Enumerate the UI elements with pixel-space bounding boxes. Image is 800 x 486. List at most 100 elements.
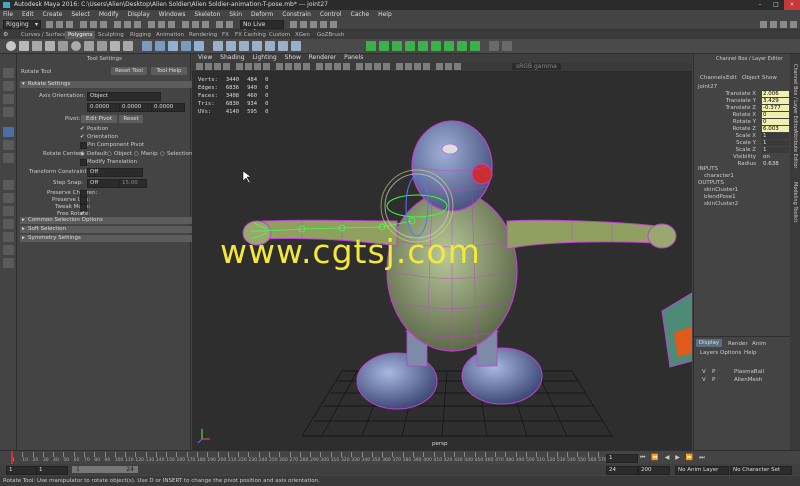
layer-visibility-toggle[interactable]: V — [702, 369, 706, 375]
extrude-icon[interactable] — [226, 41, 236, 51]
vp-menu-renderer[interactable]: Renderer — [309, 54, 336, 61]
outputs-header[interactable]: OUTPUTS — [698, 180, 724, 186]
last-tool-icon[interactable] — [3, 153, 14, 163]
minimize-icon[interactable]: – — [752, 0, 768, 10]
layer-menu-options[interactable]: Options — [720, 350, 741, 356]
channel-rotate-z-label[interactable]: Rotate Z — [732, 126, 756, 133]
cb-menu-object[interactable]: Object — [742, 75, 760, 81]
menuset-dropdown[interactable]: Rigging ▾ — [3, 20, 41, 29]
output-item[interactable]: skinCluster2 — [704, 201, 738, 207]
menu-windows[interactable]: Windows — [159, 11, 186, 18]
output-item[interactable]: skinCluster1 — [704, 187, 738, 193]
cone-icon[interactable] — [45, 41, 55, 51]
menu-deform[interactable]: Deform — [251, 11, 273, 18]
channel-radius-label[interactable]: Radius — [738, 161, 756, 168]
torus-icon[interactable] — [71, 41, 81, 51]
hypershade-pane-icon[interactable] — [3, 245, 14, 255]
channel-radius-value[interactable]: 0.638 — [762, 161, 789, 167]
render-icons[interactable] — [290, 20, 350, 29]
shelf-tab-sculpting[interactable]: Sculpting — [95, 31, 127, 39]
menu-skeleton[interactable]: Skeleton — [194, 11, 220, 18]
shelf-tab-custom[interactable]: Custom — [266, 31, 293, 39]
uv-editor-icon[interactable] — [366, 41, 376, 51]
layer-menu-help[interactable]: Help — [744, 350, 757, 356]
layer-playback-toggle[interactable]: P — [712, 377, 715, 383]
channel-visibility-value[interactable]: on — [762, 154, 789, 160]
uv-spherical-icon[interactable] — [405, 41, 415, 51]
reset-pivot-button[interactable]: Reset — [119, 115, 143, 123]
uv-auto-icon[interactable] — [418, 41, 428, 51]
anim-layer-dropdown[interactable]: No Anim Layer — [675, 466, 729, 475]
uv-layout-icon[interactable] — [470, 41, 480, 51]
side-tab-attribute-editor[interactable]: Attribute Editor — [792, 130, 798, 168]
menu-file[interactable]: File — [3, 11, 13, 18]
channel-translate-x-label[interactable]: Translate X — [726, 91, 757, 98]
multi-cut-icon[interactable] — [278, 41, 288, 51]
menu-modify[interactable]: Modify — [99, 11, 119, 18]
rotate-tool-icon[interactable] — [3, 127, 14, 137]
channel-translate-y-value[interactable]: 3.429 — [762, 98, 789, 104]
layer-tab-render[interactable]: Render — [728, 341, 748, 347]
live-surface-field[interactable]: No Live Surface — [240, 20, 284, 36]
soft-selection-section[interactable]: Soft Selection — [20, 226, 196, 233]
layer-name[interactable]: PlasmaBall — [734, 369, 764, 375]
channel-scale-z-value[interactable]: 1 — [762, 147, 789, 153]
channel-rotate-y-value[interactable]: 0 — [762, 119, 789, 125]
vp-menu-show[interactable]: Show — [285, 54, 301, 61]
single-pane-icon[interactable] — [3, 180, 14, 190]
common-selection-section[interactable]: Common Selection Options — [20, 217, 196, 224]
radio-selection-icon[interactable]: ○ — [160, 151, 165, 157]
cylinder-icon[interactable] — [32, 41, 42, 51]
menu-display[interactable]: Display — [128, 11, 150, 18]
cp-icon[interactable] — [502, 41, 512, 51]
time-slider[interactable]: 1 10 20 30 40 50 60 70 80 90 100 110 120 130 140 150 160… — [0, 450, 800, 464]
maximize-icon[interactable]: □ — [768, 0, 784, 10]
mirror-icon[interactable] — [181, 41, 191, 51]
menu-edit[interactable]: Edit — [22, 11, 34, 18]
channel-scale-x-label[interactable]: Scale X — [736, 133, 756, 140]
cb-object-name[interactable]: joint27 — [698, 84, 717, 90]
current-frame-marker[interactable] — [11, 451, 13, 464]
graph-pane-icon[interactable] — [3, 232, 14, 242]
reset-tool-button[interactable]: Reset Tool — [111, 67, 147, 75]
merge-icon[interactable] — [291, 41, 301, 51]
combine-icon[interactable] — [142, 41, 152, 51]
start-time-field[interactable]: 1 — [6, 466, 38, 475]
uv-sew-icon[interactable] — [444, 41, 454, 51]
current-frame-field[interactable]: 1 — [606, 454, 638, 463]
inputs-header[interactable]: INPUTS — [698, 166, 718, 172]
shelf-settings-icon[interactable]: ⚙ — [3, 31, 8, 38]
tweak-mode-checkbox[interactable] — [80, 204, 87, 211]
channel-rotate-y-label[interactable]: Rotate Y — [733, 119, 756, 126]
cube-icon[interactable] — [19, 41, 29, 51]
channel-translate-z-value[interactable]: -0.377 — [762, 105, 789, 111]
shelf-tab-polygons[interactable]: Polygons — [65, 31, 96, 39]
vp-menu-shading[interactable]: Shading — [220, 54, 244, 61]
move-tool-icon[interactable] — [3, 107, 14, 117]
channel-scale-x-value[interactable]: 1 — [762, 133, 789, 139]
two-pane-icon[interactable] — [3, 206, 14, 216]
helix-icon[interactable] — [97, 41, 107, 51]
type-icon[interactable] — [123, 41, 133, 51]
rotate-settings-section[interactable]: Rotate Settings — [20, 81, 196, 88]
cb-menu-edit[interactable]: Edit — [726, 75, 737, 81]
step-back-icon[interactable]: ⏪ — [651, 454, 658, 461]
layer-playback-toggle[interactable]: P — [712, 369, 715, 375]
insert-loop-icon[interactable] — [265, 41, 275, 51]
scale-tool-icon[interactable] — [3, 140, 14, 150]
transform-constraint-dropdown[interactable]: Off — [87, 168, 143, 177]
end-time-field[interactable]: 200 — [638, 466, 670, 475]
layer-visibility-toggle[interactable]: V — [702, 377, 706, 383]
range-bar[interactable]: 1 24 — [72, 466, 138, 473]
preserve-children-checkbox[interactable] — [80, 190, 87, 197]
radio-default-icon[interactable]: ◉ — [80, 151, 85, 157]
bridge-icon[interactable] — [213, 41, 223, 51]
menu-create[interactable]: Create — [43, 11, 63, 18]
character-set-dropdown[interactable]: No Character Set — [730, 466, 792, 475]
go-end-icon[interactable]: ⏭ — [699, 454, 704, 461]
uv-planar-icon[interactable] — [379, 41, 389, 51]
hist-icon[interactable] — [489, 41, 499, 51]
channel-scale-y-label[interactable]: Scale Y — [736, 140, 756, 147]
shelf-tab-fx[interactable]: FX — [219, 31, 232, 39]
viewport-panel[interactable]: View Shading Lighting Show Renderer Pane… — [192, 54, 692, 450]
